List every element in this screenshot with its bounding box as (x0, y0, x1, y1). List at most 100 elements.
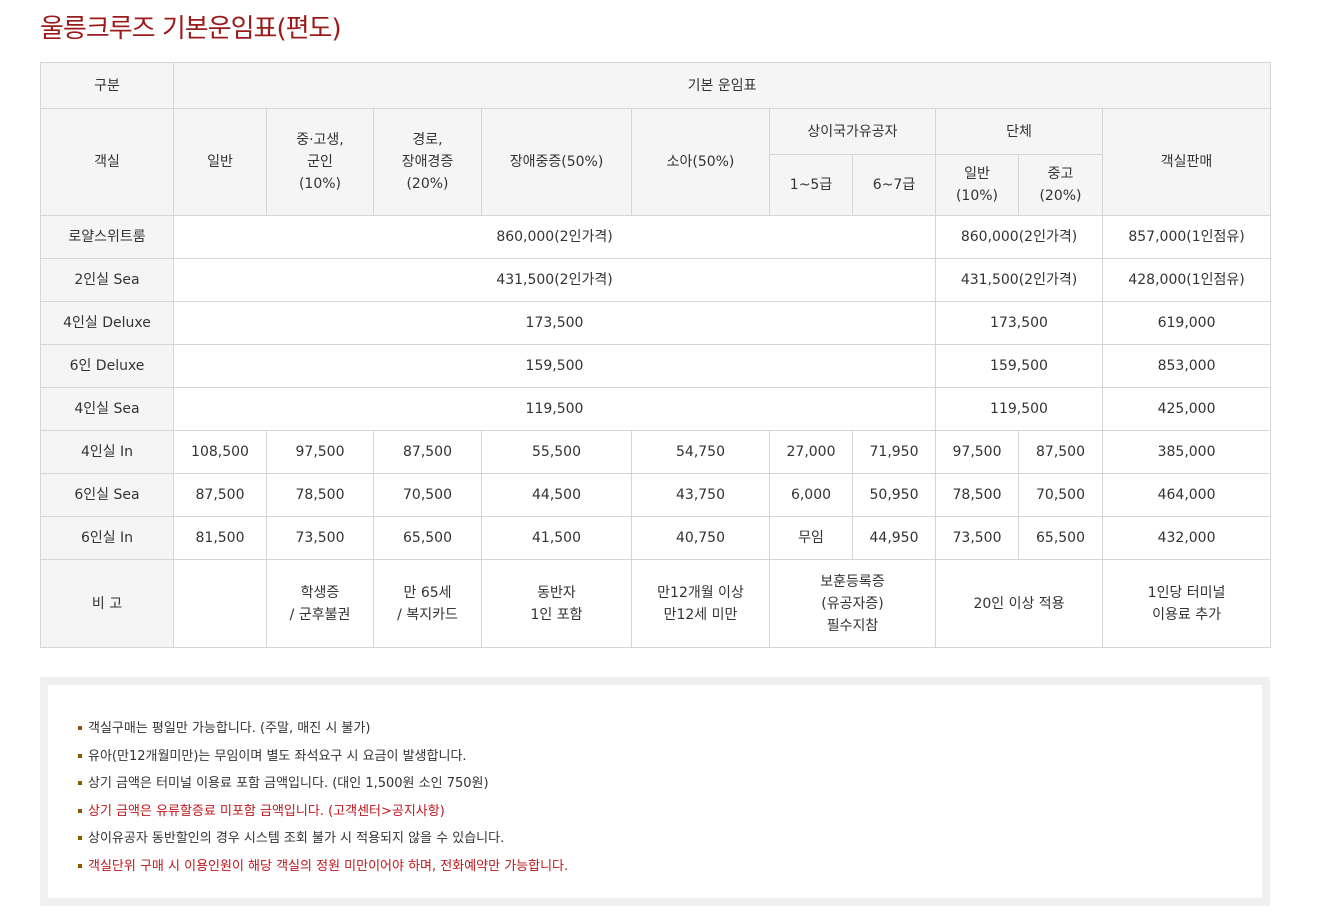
group-fare-cell: 173,500 (935, 301, 1103, 345)
fare-general: 108,500 (173, 430, 267, 474)
bullet-icon (78, 836, 82, 840)
remark-general (173, 559, 267, 648)
note-item: 상이유공자 동반할인의 경우 시스템 조회 불가 시 적용되지 않을 수 있습니… (78, 825, 568, 853)
table-row: 4인실 Deluxe 173,500 173,500 619,000 (40, 301, 1272, 345)
bullet-icon (78, 808, 82, 813)
header-base-fare: 기본 운임표 (172, 62, 1272, 109)
note-item: 객실단위 구매 시 이용인원이 해당 객실의 정원 미만이어야 하며, 전화예약… (78, 853, 568, 881)
notes-list: 객실구매는 평일만 가능합니다. (주말, 매진 시 불가) 유아(만12개월미… (78, 715, 568, 880)
fare-group-student: 70,500 (1018, 473, 1103, 517)
note-text: 객실단위 구매 시 이용인원이 해당 객실의 정원 미만이어야 하며, 전화예약… (88, 858, 569, 874)
fare-student: 73,500 (266, 516, 374, 560)
remark-child: 만12개월 이상 만12세 미만 (631, 559, 770, 648)
remark-student: 학생증 / 군후불권 (266, 559, 374, 648)
fare-child: 54,750 (631, 430, 770, 474)
fare-veterans-1-5: 무임 (769, 516, 853, 560)
header-group-student: 중고 (20%) (1018, 154, 1103, 216)
note-text: 상기 금액은 터미널 이용료 포함 금액입니다. (대인 1,500원 소인 7… (88, 776, 489, 791)
fare-veterans-1-5: 6,000 (769, 473, 853, 517)
fare-disabled-severe: 41,500 (481, 516, 632, 560)
fare-table: 구분 기본 운임표 객실 일반 중·고생, 군인 (10%) 경로, 장애경증 (20%… (40, 62, 1272, 648)
fare-senior: 65,500 (373, 516, 482, 560)
table-row: 6인실 In 81,500 73,500 65,500 41,500 40,75… (40, 516, 1272, 560)
header-disabled-severe: 장애중증(50%) (481, 108, 632, 216)
page-title: 울릉크루즈 기본운임표(편도) (40, 14, 342, 44)
cabin-sale-cell: 853,000 (1101, 344, 1272, 388)
fare-cell: 860,000(2인가격) (173, 215, 936, 259)
fare-cell: 431,500(2인가격) (173, 258, 936, 302)
cabin-name: 6인실 In (40, 516, 174, 560)
fare-disabled-severe: 55,500 (481, 430, 632, 474)
header-veterans-1-5: 1~5급 (769, 154, 853, 216)
fare-senior: 87,500 (373, 430, 482, 474)
table-row: 4인실 Sea 119,500 119,500 425,000 (40, 387, 1272, 431)
fare-veterans-6-7: 71,950 (852, 430, 936, 474)
fare-general: 81,500 (173, 516, 267, 560)
header-group: 단체 (935, 108, 1103, 155)
group-fare-cell: 860,000(2인가격) (935, 215, 1103, 259)
table-row: 2인실 Sea 431,500(2인가격) 431,500(2인가격) 428,… (40, 258, 1272, 302)
fare-group-general: 97,500 (935, 430, 1019, 474)
header-veterans: 상이국가유공자 (769, 108, 936, 155)
cabin-sale-cell: 619,000 (1101, 301, 1272, 345)
table-header-row: 객실 일반 중·고생, 군인 (10%) 경로, 장애경증 (20%) 장애중증(50%… (40, 108, 1272, 216)
fare-veterans-6-7: 44,950 (852, 516, 936, 560)
fare-child: 40,750 (631, 516, 770, 560)
remarks-label: 비 고 (40, 559, 174, 648)
fare-cell: 159,500 (173, 344, 936, 388)
fare-student: 78,500 (266, 473, 374, 517)
note-text: 객실구매는 평일만 가능합니다. (주말, 매진 시 불가) (88, 721, 371, 736)
fare-general: 87,500 (173, 473, 267, 517)
header-child: 소아(50%) (631, 108, 770, 216)
fare-senior: 70,500 (373, 473, 482, 517)
cabin-name: 4인실 Sea (40, 387, 174, 431)
fare-cell: 119,500 (173, 387, 936, 431)
header-veterans-6-7: 6~7급 (852, 154, 936, 216)
table-header-row: 구분 기본 운임표 (40, 62, 1272, 109)
note-item: 객실구매는 평일만 가능합니다. (주말, 매진 시 불가) (78, 715, 568, 743)
group-fare-cell: 159,500 (935, 344, 1103, 388)
cabin-sale-cell: 385,000 (1101, 430, 1272, 474)
note-item: 상기 금액은 터미널 이용료 포함 금액입니다. (대인 1,500원 소인 7… (78, 770, 568, 798)
header-category: 구분 (40, 62, 174, 109)
table-row: 로얄스위트룸 860,000(2인가격) 860,000(2인가격) 857,0… (40, 215, 1272, 259)
cabin-name: 4인실 Deluxe (40, 301, 174, 345)
fare-group-general: 78,500 (935, 473, 1019, 517)
fare-veterans-1-5: 27,000 (769, 430, 853, 474)
note-text: 유아(만12개월미만)는 무임이며 별도 좌석요구 시 요금이 발생합니다. (88, 748, 467, 764)
note-text: 상이유공자 동반할인의 경우 시스템 조회 불가 시 적용되지 않을 수 있습니… (88, 831, 505, 846)
fare-student: 97,500 (266, 430, 374, 474)
bullet-icon (78, 863, 82, 868)
notes-box: 객실구매는 평일만 가능합니다. (주말, 매진 시 불가) 유아(만12개월미… (40, 677, 1270, 906)
group-fare-cell: 431,500(2인가격) (935, 258, 1103, 302)
group-fare-cell: 119,500 (935, 387, 1103, 431)
fare-veterans-6-7: 50,950 (852, 473, 936, 517)
cabin-name: 2인실 Sea (40, 258, 174, 302)
bullet-icon (78, 726, 82, 730)
cabin-sale-cell: 464,000 (1101, 473, 1272, 517)
remark-veterans: 보훈등록증 (유공자증) 필수지참 (769, 559, 936, 648)
note-item: 상기 금액은 유류할증료 미포함 금액입니다. (고객센터>공지사항) (78, 798, 568, 826)
notes-panel: 객실구매는 평일만 가능합니다. (주말, 매진 시 불가) 유아(만12개월미… (48, 685, 1262, 898)
fare-cell: 173,500 (173, 301, 936, 345)
cabin-sale-cell: 425,000 (1101, 387, 1272, 431)
remark-cabin-sale: 1인당 터미널 이용료 추가 (1101, 559, 1272, 648)
fare-group-general: 73,500 (935, 516, 1019, 560)
cabin-sale-cell: 428,000(1인점유) (1101, 258, 1272, 302)
table-row: 4인실 In 108,500 97,500 87,500 55,500 54,7… (40, 430, 1272, 474)
table-row: 6인 Deluxe 159,500 159,500 853,000 (40, 344, 1272, 388)
note-item: 유아(만12개월미만)는 무임이며 별도 좌석요구 시 요금이 발생합니다. (78, 743, 568, 771)
remark-senior: 만 65세 / 복지카드 (373, 559, 482, 648)
table-row: 6인실 Sea 87,500 78,500 70,500 44,500 43,7… (40, 473, 1272, 517)
remarks-row: 비 고 학생증 / 군후불권 만 65세 / 복지카드 동반자 1인 포함 만12개월… (40, 559, 1272, 648)
header-cabin: 객실 (40, 108, 174, 216)
header-cabin-sale: 객실판매 (1101, 108, 1272, 216)
remark-group: 20인 이상 적용 (935, 559, 1103, 648)
cabin-name: 6인실 Sea (40, 473, 174, 517)
cabin-sale-cell: 432,000 (1101, 516, 1272, 560)
note-text: 상기 금액은 유류할증료 미포함 금액입니다. (고객센터>공지사항) (88, 803, 445, 819)
header-general: 일반 (173, 108, 267, 216)
fare-child: 43,750 (631, 473, 770, 517)
header-group-general: 일반 (10%) (935, 154, 1019, 216)
fare-group-student: 65,500 (1018, 516, 1103, 560)
